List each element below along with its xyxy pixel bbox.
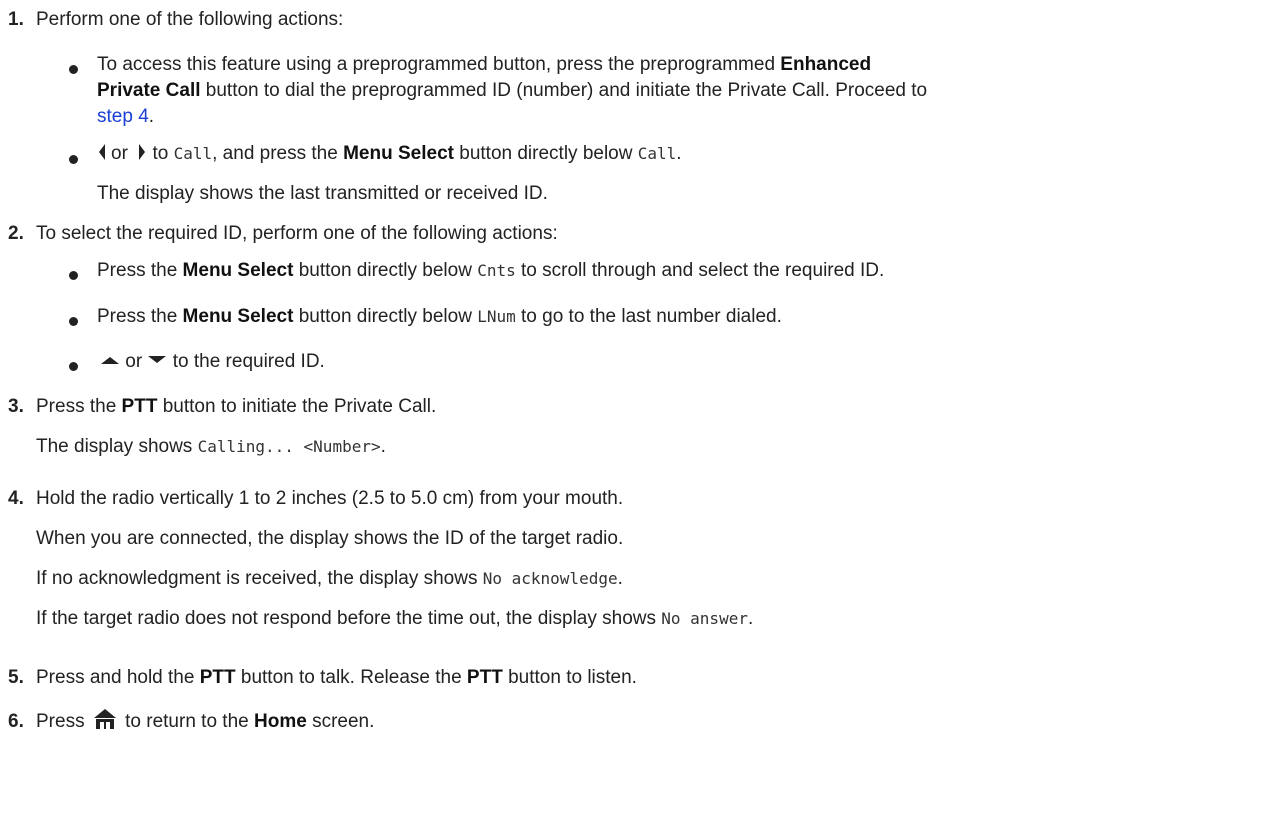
step-3-result: The display shows Calling... <Number>. (36, 434, 386, 460)
step-5-text: Press and hold the PTT button to talk. R… (36, 665, 637, 691)
button-name: Enhanced (780, 54, 872, 75)
step-1-bullet-1-line-1: To access this feature using a preprogra… (97, 52, 871, 78)
bullet (69, 362, 78, 371)
step-text: . (380, 436, 386, 457)
step-text: to return to the (119, 711, 254, 732)
bullet (69, 271, 78, 280)
display-text: No acknowledge (482, 569, 618, 588)
button-name: Menu Select (343, 143, 454, 164)
button-name: Menu Select (182, 260, 294, 281)
step-text: screen. (306, 711, 375, 732)
bullet-text: button directly below (453, 143, 638, 164)
up-arrow-icon (101, 356, 119, 364)
bullet-text: button directly below (293, 306, 478, 327)
step-text: button to listen. (502, 667, 637, 688)
bullet-text: Press the (97, 260, 183, 281)
step-text: button to initiate the Private Call. (157, 396, 437, 417)
button-name: Menu Select (182, 306, 294, 327)
display-text: Calling... <Number> (197, 437, 381, 456)
step-5-number: 5. (8, 667, 24, 688)
display-text: Cnts (477, 261, 516, 280)
step-1-result: The display shows the last transmitted o… (97, 183, 548, 204)
bullet-text: . (148, 106, 155, 127)
step-6-text: Press to return to the Home screen. (36, 708, 375, 735)
step-1-bullet-1-line-2: Private Call button to dial the preprogr… (97, 78, 927, 104)
bullet-text: to (147, 143, 174, 164)
display-text: LNum (477, 307, 516, 326)
step-4-text: Hold the radio vertically 1 to 2 inches … (36, 488, 624, 509)
step-text: button to talk. Release the (235, 667, 467, 688)
step-1-number: 1. (8, 9, 24, 30)
bullet (69, 317, 78, 326)
step-1-text: Perform one of the following actions: (36, 9, 344, 30)
bullet-text: button directly below (293, 260, 478, 281)
bullet-text: . (676, 143, 682, 164)
bullet (69, 65, 78, 74)
step-text: Press (36, 711, 90, 732)
display-text: Call (173, 144, 213, 163)
step-3-text: Press the PTT button to initiate the Pri… (36, 394, 436, 420)
button-name: PTT (199, 667, 236, 688)
step-text: The display shows (36, 436, 198, 457)
step-text: Press the (36, 396, 122, 417)
or-text: or (111, 143, 128, 164)
step-4-line-2: When you are connected, the display show… (36, 528, 624, 549)
display-text: Call (637, 144, 677, 163)
step-4-line-3: If no acknowledgment is received, the di… (36, 566, 623, 592)
bullet-text: to the required ID. (167, 351, 325, 372)
button-name: PTT (466, 667, 503, 688)
step-6-number: 6. (8, 711, 24, 732)
step-4-link[interactable]: step 4 (97, 106, 149, 127)
step-2-bullet-1: Press the Menu Select button directly be… (97, 258, 884, 284)
step-2-number: 2. (8, 223, 24, 244)
bullet-text: to go to the last number dialed. (515, 306, 782, 327)
step-text: . (747, 608, 754, 629)
step-text: Press and hold the (36, 667, 200, 688)
screen-name: Home (254, 711, 307, 732)
button-name: Private Call (97, 80, 201, 101)
bullet-text: , and press the (212, 143, 344, 164)
step-2-bullet-2: Press the Menu Select button directly be… (97, 304, 782, 330)
right-arrow-icon (139, 143, 146, 160)
step-4-number: 4. (8, 488, 24, 509)
step-text: If the target radio does not respond bef… (36, 608, 662, 629)
step-text: . (617, 568, 623, 589)
step-text: If no acknowledgment is received, the di… (36, 568, 483, 589)
button-name: PTT (121, 396, 158, 417)
bullet (69, 155, 78, 164)
bullet-text: to scroll through and select the require… (515, 260, 885, 281)
step-1-bullet-2-line-1: or to Call, and press the Menu Select bu… (97, 141, 682, 167)
step-2-text: To select the required ID, perform one o… (36, 223, 558, 244)
step-4-line-4: If the target radio does not respond bef… (36, 606, 753, 632)
left-arrow-icon (99, 143, 105, 160)
display-text: No answer (661, 609, 748, 628)
bullet-text: To access this feature using a preprogra… (97, 54, 781, 75)
down-arrow-icon (148, 355, 167, 363)
step-2-bullet-3: or to the required ID. (97, 349, 325, 375)
or-text: or (120, 351, 148, 372)
bullet-text: Press the (97, 306, 183, 327)
step-3-number: 3. (8, 396, 24, 417)
procedure-page: 1. Perform one of the following actions:… (0, 0, 1264, 824)
home-icon (93, 708, 116, 729)
bullet-text: button to dial the preprogrammed ID (num… (200, 80, 928, 101)
step-1-bullet-1-line-3: step 4. (97, 104, 154, 130)
